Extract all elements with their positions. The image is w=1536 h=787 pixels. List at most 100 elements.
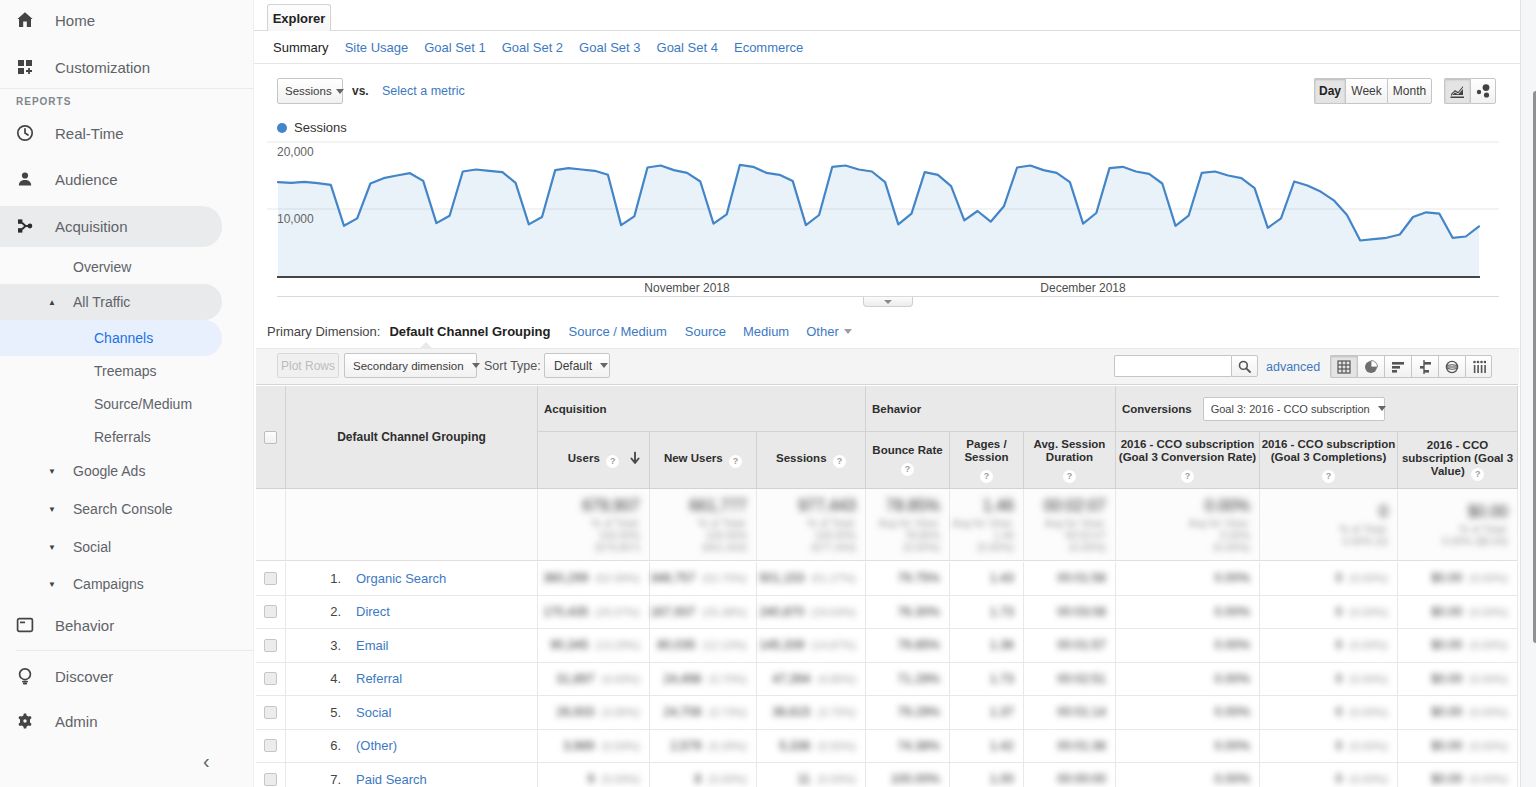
channel-link[interactable]: Organic Search xyxy=(356,571,446,586)
expand-triangle-icon[interactable]: ▼ xyxy=(46,580,58,589)
row-checkbox[interactable] xyxy=(264,773,277,786)
granularity-week-button[interactable]: Week xyxy=(1345,78,1387,104)
column-header-new_users[interactable]: New Users ? xyxy=(650,432,757,489)
expand-triangle-icon[interactable]: ▼ xyxy=(46,467,58,476)
term-cloud-view-button[interactable] xyxy=(1438,355,1465,378)
search-button[interactable] xyxy=(1231,355,1258,377)
report-tab-goal-set-3[interactable]: Goal Set 3 xyxy=(579,40,640,55)
expand-triangle-icon[interactable]: ▼ xyxy=(46,543,58,552)
column-header-users[interactable]: Users ? xyxy=(538,432,650,489)
report-tab-goal-set-1[interactable]: Goal Set 1 xyxy=(424,40,485,55)
select-all-checkbox[interactable] xyxy=(264,431,277,444)
sidebar-item-discover[interactable]: Discover xyxy=(0,658,254,694)
expand-triangle-icon[interactable]: ▼ xyxy=(46,505,58,514)
sidebar-item-treemaps[interactable]: Treemaps xyxy=(0,353,254,389)
dimension-link-source[interactable]: Source xyxy=(685,324,726,339)
column-header-conv_rate[interactable]: 2016 - CCO subscription(Goal 3 Conversio… xyxy=(1116,432,1260,489)
sidebar-item-channels[interactable]: Channels xyxy=(0,320,254,356)
sidebar-item-all-traffic[interactable]: ▲All Traffic xyxy=(0,284,254,320)
help-icon[interactable]: ? xyxy=(901,463,914,476)
channel-link[interactable]: Referral xyxy=(356,671,402,686)
column-header-pages[interactable]: Pages /Session? xyxy=(950,432,1024,489)
tab-explorer[interactable]: Explorer xyxy=(267,4,331,31)
sidebar-item-overview[interactable]: Overview xyxy=(0,249,254,285)
secondary-dimension-button[interactable]: Secondary dimension xyxy=(344,353,477,378)
sidebar-item-audience[interactable]: Audience xyxy=(0,161,254,197)
column-header-duration[interactable]: Avg. SessionDuration? xyxy=(1024,432,1116,489)
scrollbar-track[interactable] xyxy=(1520,0,1536,787)
table-search-input[interactable] xyxy=(1114,355,1231,377)
row-checkbox[interactable] xyxy=(264,706,277,719)
report-tab-goal-set-2[interactable]: Goal Set 2 xyxy=(502,40,563,55)
sort-type-button[interactable]: Default xyxy=(544,353,610,378)
select-metric-link[interactable]: Select a metric xyxy=(382,84,465,98)
plot-rows-button[interactable]: Plot Rows xyxy=(277,353,339,378)
row-dimension-header[interactable]: Default Channel Grouping xyxy=(286,386,538,489)
sidebar-item-search-console[interactable]: ▼Search Console xyxy=(0,491,254,527)
sidebar-item-admin[interactable]: Admin xyxy=(0,703,254,739)
channel-link[interactable]: Direct xyxy=(356,604,390,619)
column-header-value[interactable]: 2016 - CCOsubscription (Goal 3Value) ? xyxy=(1398,432,1518,489)
table-view-button[interactable] xyxy=(1330,355,1357,378)
dimension-link-medium[interactable]: Medium xyxy=(743,324,789,339)
row-checkbox-cell xyxy=(256,696,286,729)
column-header-completions[interactable]: 2016 - CCO subscription(Goal 3 Completio… xyxy=(1260,432,1398,489)
sidebar-item-home[interactable]: Home xyxy=(0,2,254,38)
collapse-triangle-icon[interactable]: ▲ xyxy=(46,298,58,307)
channel-link[interactable]: Social xyxy=(356,705,391,720)
row-checkbox[interactable] xyxy=(264,739,277,752)
report-tab-ecommerce[interactable]: Ecommerce xyxy=(734,40,803,55)
sidebar-item-referrals[interactable]: Referrals xyxy=(0,419,254,455)
cell-completions: 0(0.00%) xyxy=(1260,730,1398,763)
row-checkbox[interactable] xyxy=(264,572,277,585)
sidebar-item-source-medium[interactable]: Source/Medium xyxy=(0,386,254,422)
help-icon[interactable]: ? xyxy=(1181,470,1194,483)
dimension-link-source-medium[interactable]: Source / Medium xyxy=(568,324,666,339)
line-chart-view-button[interactable] xyxy=(1444,78,1470,104)
help-icon[interactable]: ? xyxy=(980,470,993,483)
help-icon[interactable]: ? xyxy=(606,455,619,468)
channel-link[interactable]: Email xyxy=(356,638,389,653)
report-tab-site-usage[interactable]: Site Usage xyxy=(345,40,409,55)
help-icon[interactable]: ? xyxy=(833,455,846,468)
dimension-link-other[interactable]: Other xyxy=(806,324,839,339)
sidebar-item-customization[interactable]: Customization xyxy=(0,49,254,85)
percentage-view-button[interactable] xyxy=(1357,355,1384,378)
column-header-sessions[interactable]: Sessions ? xyxy=(757,432,866,489)
motion-chart-view-button[interactable] xyxy=(1470,78,1496,104)
performance-view-button[interactable] xyxy=(1384,355,1411,378)
report-tab-goal-set-4[interactable]: Goal Set 4 xyxy=(657,40,718,55)
sidebar-item-label: Acquisition xyxy=(55,218,128,235)
sidebar-item-campaigns[interactable]: ▼Campaigns xyxy=(0,566,254,602)
report-tab-summary[interactable]: Summary xyxy=(273,40,329,55)
row-checkbox[interactable] xyxy=(264,605,277,618)
granularity-day-button[interactable]: Day xyxy=(1314,78,1345,104)
sidebar-collapse-button[interactable]: ‹ xyxy=(203,750,210,773)
channel-link[interactable]: (Other) xyxy=(356,738,397,753)
row-checkbox[interactable] xyxy=(264,672,277,685)
advanced-link[interactable]: advanced xyxy=(1266,360,1320,374)
sidebar-item-acquisition[interactable]: Acquisition xyxy=(0,206,254,247)
column-header-bounce[interactable]: Bounce Rate? xyxy=(866,432,950,489)
help-icon[interactable]: ? xyxy=(729,455,742,468)
sidebar-item-behavior[interactable]: Behavior xyxy=(0,607,254,643)
primary-dimension-selected[interactable]: Default Channel Grouping xyxy=(389,324,550,339)
sessions-area-chart[interactable] xyxy=(256,130,1519,300)
cell-percent: (0.00%) xyxy=(1349,606,1388,618)
row-checkbox[interactable] xyxy=(264,639,277,652)
comparison-view-button[interactable] xyxy=(1411,355,1438,378)
sidebar-item-google-ads[interactable]: ▼Google Ads xyxy=(0,453,254,489)
sidebar-item-social[interactable]: ▼Social xyxy=(0,529,254,565)
channel-link[interactable]: Paid Search xyxy=(356,772,427,787)
sidebar-item-realtime[interactable]: Real-Time xyxy=(0,115,254,151)
help-icon[interactable]: ? xyxy=(1063,470,1076,483)
sort-descending-icon[interactable] xyxy=(629,452,641,469)
chart-collapse-tab[interactable] xyxy=(863,297,913,307)
help-icon[interactable]: ? xyxy=(1471,468,1484,481)
cell-value: 24,498 xyxy=(663,672,701,686)
granularity-month-button[interactable]: Month xyxy=(1387,78,1432,104)
conversions-goal-select[interactable]: Goal 3: 2016 - CCO subscription xyxy=(1203,397,1385,421)
pivot-view-button[interactable] xyxy=(1465,355,1492,378)
metric-select-button[interactable]: Sessions xyxy=(277,78,343,104)
help-icon[interactable]: ? xyxy=(1322,470,1335,483)
